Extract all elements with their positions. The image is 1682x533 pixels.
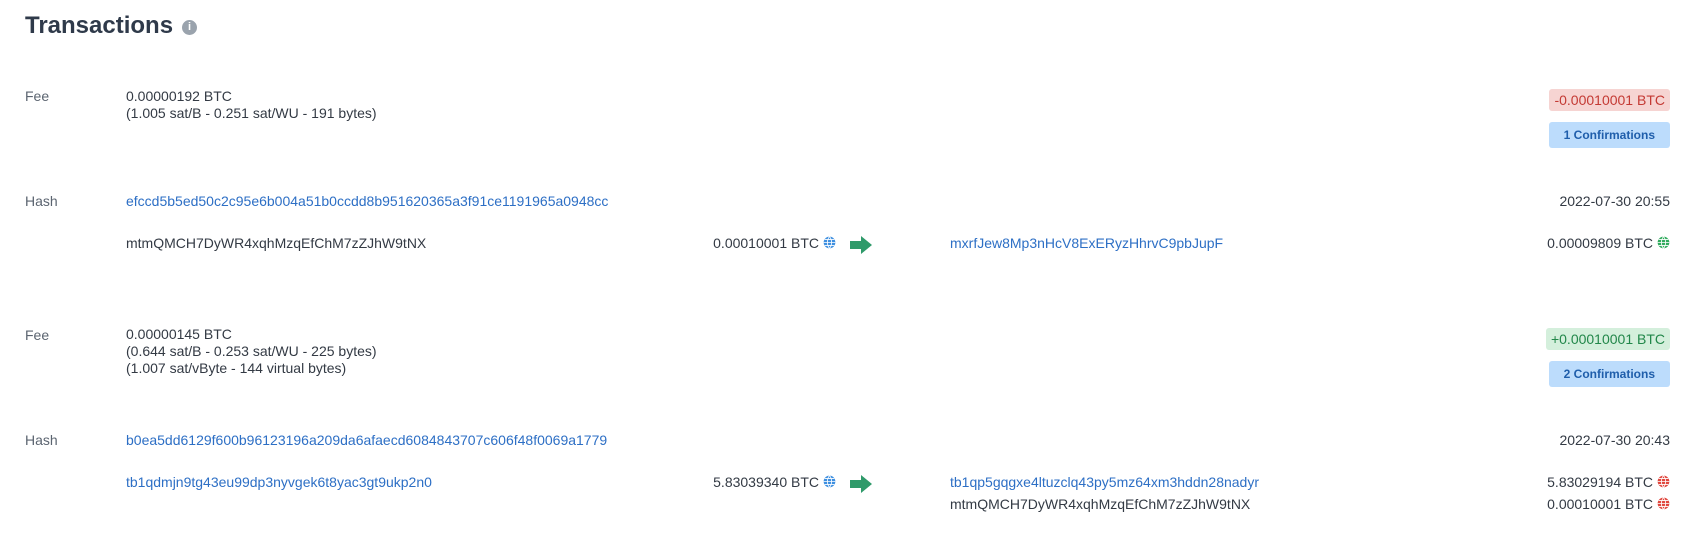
output-address-link[interactable]: mxrfJew8Mp3nHcV8ExERyzHhrvC9pbJupF: [950, 235, 1223, 251]
output-amount: 0.00010001 BTC: [1547, 496, 1670, 513]
amount-badge: -0.00010001 BTC: [1549, 89, 1670, 111]
output-amount: 5.83029194 BTC: [1547, 474, 1670, 491]
output-amount-value: 0.00010001 BTC: [1547, 496, 1653, 512]
globe-icon[interactable]: [1657, 497, 1670, 510]
fee-details: 0.00000145 BTC (0.644 sat/B - 0.253 sat/…: [126, 326, 377, 377]
hash-label: Hash: [25, 193, 58, 209]
amount-badge: +0.00010001 BTC: [1545, 328, 1670, 350]
output-amount-value: 0.00009809 BTC: [1547, 235, 1653, 251]
arrow-right-icon: [850, 475, 872, 493]
fee-label: Fee: [25, 88, 50, 104]
input-address[interactable]: mtmQMCH7DyWR4xqhMzqEfChM7zZJhW9tNX: [126, 235, 426, 252]
arrow-right-icon: [850, 236, 872, 254]
globe-icon[interactable]: [823, 236, 836, 249]
page-title-text: Transactions: [25, 12, 174, 39]
fee-value: 0.00000192 BTC: [126, 88, 232, 104]
info-icon[interactable]: i: [182, 19, 198, 35]
fee-vbyte-rate: (1.007 sat/vByte - 144 virtual bytes): [126, 360, 347, 376]
confirmations-badge: 1 Confirmations: [1548, 122, 1670, 148]
globe-icon[interactable]: [1657, 475, 1670, 488]
globe-icon[interactable]: [1657, 236, 1670, 249]
confirmations-badge: 2 Confirmations: [1548, 361, 1670, 387]
transaction-hash-link[interactable]: b0ea5dd6129f600b96123196a209da6afaecd608…: [126, 432, 607, 448]
transaction-timestamp: 2022-07-30 20:43: [1559, 432, 1670, 448]
input-amount: 5.83039340 BTC: [713, 474, 836, 491]
input-amount: 0.00010001 BTC: [713, 235, 836, 252]
output-address[interactable]: mtmQMCH7DyWR4xqhMzqEfChM7zZJhW9tNX: [950, 496, 1250, 513]
fee-rate: (0.644 sat/B - 0.253 sat/WU - 225 bytes): [126, 343, 377, 359]
input-amount-value: 5.83039340 BTC: [713, 474, 819, 490]
fee-details: 0.00000192 BTC (1.005 sat/B - 0.251 sat/…: [126, 88, 377, 122]
page-title: Transactions i: [25, 12, 198, 40]
transaction-hash-link[interactable]: efccd5b5ed50c2c95e6b004a51b0ccdd8b951620…: [126, 193, 608, 209]
output-address-link[interactable]: tb1qp5gqgxe4ltuzclq43py5mz64xm3hddn28nad…: [950, 474, 1259, 490]
output-amount-value: 5.83029194 BTC: [1547, 474, 1653, 490]
output-amount: 0.00009809 BTC: [1547, 235, 1670, 252]
fee-value: 0.00000145 BTC: [126, 326, 232, 342]
fee-rate: (1.005 sat/B - 0.251 sat/WU - 191 bytes): [126, 105, 377, 121]
input-amount-value: 0.00010001 BTC: [713, 235, 819, 251]
globe-icon[interactable]: [823, 475, 836, 488]
hash-label: Hash: [25, 432, 58, 448]
input-address-link[interactable]: tb1qdmjn9tg43eu99dp3nyvgek6t8yac3gt9ukp2…: [126, 474, 432, 490]
fee-label: Fee: [25, 327, 50, 343]
transaction-timestamp: 2022-07-30 20:55: [1559, 193, 1670, 209]
